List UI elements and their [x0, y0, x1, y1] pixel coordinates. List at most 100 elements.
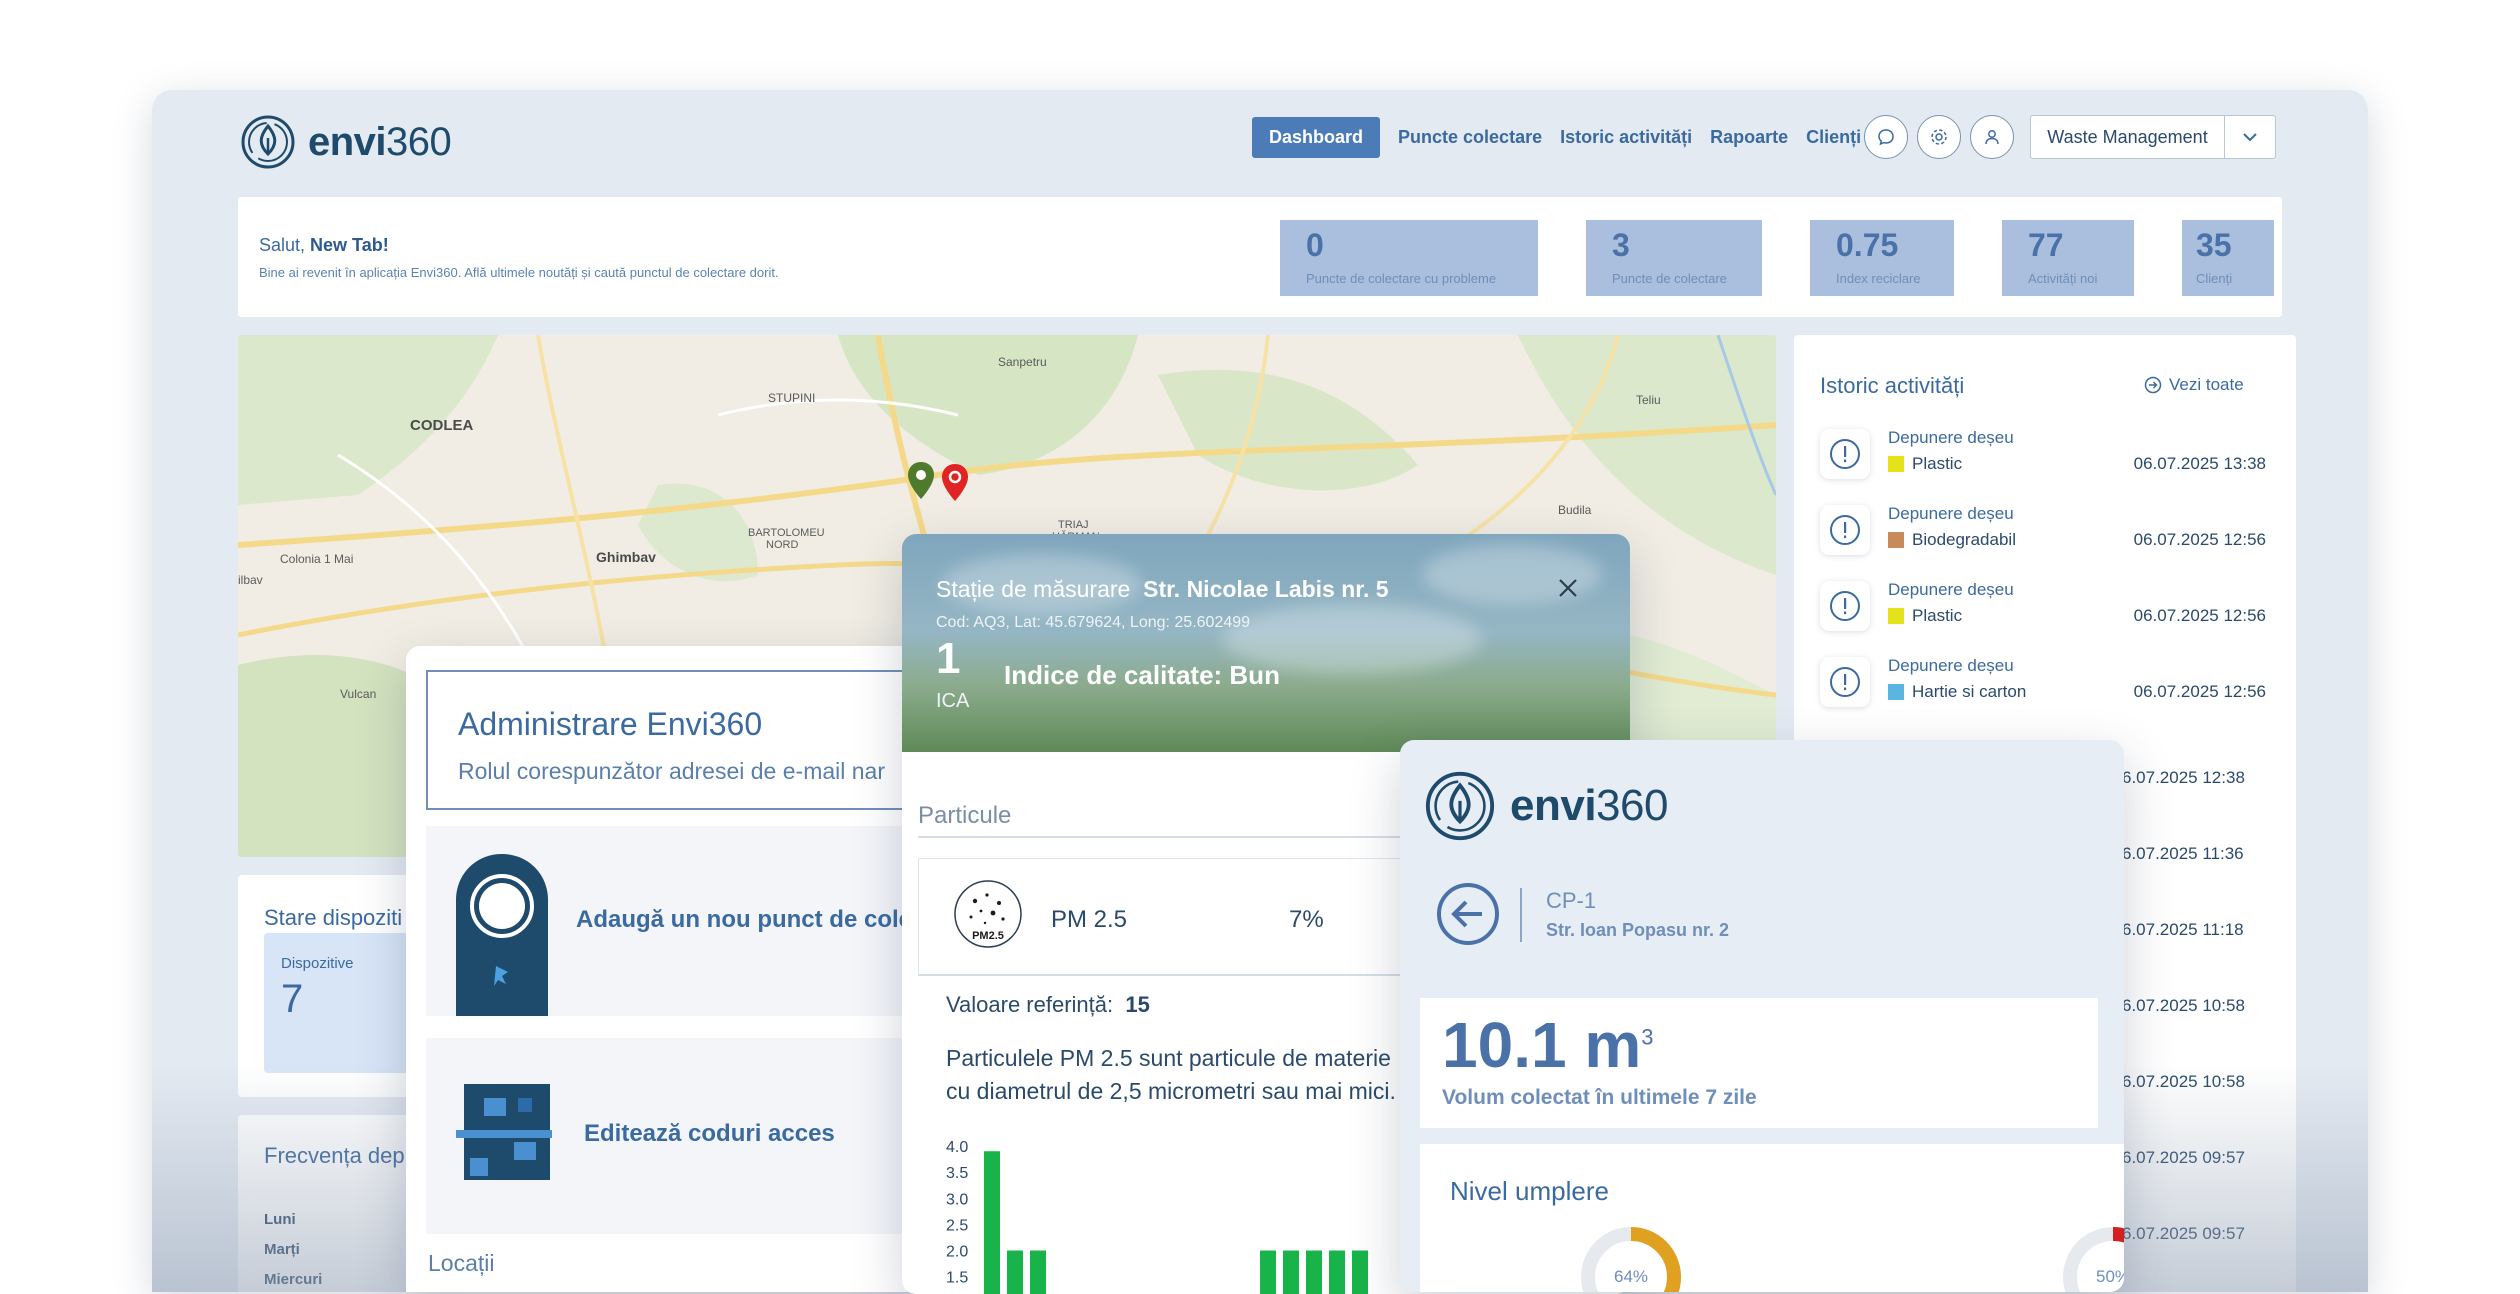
map-label: Teliu [1636, 393, 1661, 407]
history-row-date: 6.07.2025 10:58 [2122, 996, 2245, 1015]
cp-code: CP-1 [1546, 888, 1597, 913]
svg-text:PM2.5: PM2.5 [972, 930, 1004, 942]
history-row-title: Depunere deșeu [1888, 504, 2014, 523]
y-tick-label: 3.0 [946, 1191, 968, 1208]
fill-gauge-50: 50% [2063, 1227, 2124, 1292]
profile-button[interactable] [1970, 115, 2014, 159]
fill-gauge-64: 64% [1581, 1227, 1681, 1292]
alert-icon [1820, 657, 1870, 707]
gear-icon [1931, 129, 1947, 145]
edit-access-codes-label: Editează coduri acces [584, 1120, 835, 1147]
stat-label: Index reciclare [1836, 271, 1921, 286]
history-row-category: Plastic [1888, 606, 1962, 626]
map-label: Sanpetru [998, 355, 1047, 369]
fill-level-title: Nivel umplere [1450, 1176, 1609, 1206]
chart-bar [1030, 1250, 1046, 1294]
back-arrow-icon[interactable] [1436, 882, 1500, 946]
history-row-title: Depunere deșeu [1888, 428, 2014, 447]
map-label: NORD [766, 539, 799, 551]
nav-puncte-colectare[interactable]: Puncte colectare [1398, 127, 1542, 148]
welcome-banner: Salut, New Tab! Bine ai revenit în aplic… [238, 197, 2282, 317]
map-label: Vulcan [340, 687, 377, 701]
y-tick-label: 3.5 [946, 1165, 968, 1182]
frequency-title: Frecvența dep [264, 1143, 405, 1168]
frequency-day: Luni [264, 1211, 296, 1228]
history-row-title: Depunere deșeu [1888, 656, 2014, 675]
device-status-title: Stare dispoziti [264, 905, 403, 930]
app-logo[interactable]: envi360 [240, 114, 452, 170]
stat-label: Puncte de colectare cu probleme [1306, 271, 1497, 286]
frequency-day: Marți [264, 1241, 300, 1258]
stat-collection-points[interactable]: 3 Puncte de colectare [1586, 220, 1762, 296]
add-collection-point-label: Adaugă un nou punct de colec [576, 906, 926, 933]
organization-dropdown-toggle[interactable] [2225, 116, 2275, 158]
stat-recycling-index[interactable]: 0.75 Index reciclare [1810, 220, 1954, 296]
user-icon [1985, 130, 1999, 145]
history-row-category: Plastic [1888, 454, 1962, 474]
nav-dashboard[interactable]: Dashboard [1252, 117, 1381, 158]
chat-icon [1878, 129, 1894, 146]
quality-index: Indice de calitate: Bun [1004, 660, 1280, 690]
ica-value: 1 [936, 634, 961, 683]
nav-rapoarte[interactable]: Rapoarte [1710, 127, 1788, 148]
settings-button[interactable] [1917, 115, 1961, 159]
cp-address: Str. Ioan Popasu nr. 2 [1546, 920, 1730, 940]
map-marker-green-icon[interactable] [906, 461, 936, 501]
stat-value: 3 [1612, 227, 1630, 263]
nav-istoric-activitati[interactable]: Istoric activități [1560, 127, 1692, 148]
map-label: ilbav [238, 573, 263, 587]
volume-box: 10.1 m3 Volum colectat în ultimele 7 zil… [1420, 998, 2098, 1128]
history-row[interactable]: Depunere deșeu Biodegradabil 06.07.2025 … [1820, 497, 2280, 567]
y-tick-label: 2.0 [946, 1244, 968, 1261]
history-row-date: 6.07.2025 11:36 [2122, 844, 2244, 863]
main-nav: Dashboard Puncte colectare Istoric activ… [1252, 117, 1861, 158]
stat-label: Activități noi [2028, 271, 2098, 286]
organization-label: Waste Management [2031, 116, 2225, 158]
stat-new-activities[interactable]: 77 Activități noi [2002, 220, 2134, 296]
alert-icon [1820, 505, 1870, 555]
stat-clients[interactable]: 35 Clienți [2182, 220, 2274, 296]
add-collection-point-tile[interactable]: Adaugă un nou punct de colec [426, 826, 926, 1016]
collection-bin-icon [456, 854, 548, 1016]
y-tick-label: 2.5 [946, 1217, 968, 1234]
pm-percent: 7% [1289, 906, 1324, 933]
pm-label: PM 2.5 [1051, 906, 1128, 933]
cp-logo: envi360 [1424, 770, 1668, 842]
devices-label: Dispozitive [281, 955, 354, 972]
chat-button[interactable] [1864, 115, 1908, 159]
ica-label: ICA [936, 690, 970, 712]
gauge-label: 64% [1614, 1267, 1648, 1286]
history-row[interactable]: Depunere deșeu Plastic 06.07.2025 12:56 [1820, 573, 2280, 643]
stat-problem-points[interactable]: 0 Puncte de colectare cu probleme [1280, 220, 1538, 296]
y-tick-label: 1.5 [946, 1270, 968, 1287]
edit-access-codes-tile[interactable]: Editează coduri acces [426, 1038, 926, 1234]
map-label: Budila [1558, 503, 1592, 517]
map-marker-red-icon[interactable] [940, 463, 970, 503]
history-row-date: 06.07.2025 12:56 [2133, 530, 2266, 549]
stat-value: 77 [2028, 227, 2064, 263]
devices-value: 7 [281, 977, 304, 1021]
station-title: Stație de măsurare Str. Nicolae Labis nr… [936, 576, 1389, 602]
history-title: Istoric activități [1820, 373, 1965, 398]
category-swatch [1888, 684, 1904, 700]
nav-clienti[interactable]: Clienți [1806, 127, 1861, 148]
station-coordinates: Cod: AQ3, Lat: 45.679624, Long: 25.60249… [936, 614, 1251, 631]
category-swatch [1888, 532, 1904, 548]
history-row-date: 06.07.2025 12:56 [2133, 682, 2266, 701]
history-row-date: 6.07.2025 10:58 [2122, 1072, 2245, 1091]
organization-select[interactable]: Waste Management [2030, 115, 2276, 159]
locations-heading: Locații [428, 1250, 495, 1276]
history-row[interactable]: Depunere deșeu Hartie si carton 06.07.20… [1820, 649, 2280, 719]
map-label: STUPINI [768, 391, 816, 405]
history-row-category: Biodegradabil [1888, 530, 2016, 550]
history-row-date: 6.07.2025 09:57 [2122, 1148, 2245, 1167]
close-icon[interactable] [1556, 576, 1580, 600]
admin-card: Administrare Envi360 Rolul corespunzător… [406, 646, 926, 1292]
stat-value: 35 [2196, 227, 2232, 263]
history-row[interactable]: Depunere deșeu Plastic 06.07.2025 13:38 [1820, 421, 2280, 491]
frequency-day: Miercuri [264, 1271, 323, 1288]
volume-value: 10.1 m3 [1442, 1009, 1654, 1081]
history-row-date: 6.07.2025 12:38 [2122, 768, 2245, 787]
volume-label: Volum colectat în ultimele 7 zile [1442, 1086, 1757, 1109]
view-all-link[interactable]: Vezi toate [2144, 375, 2244, 395]
